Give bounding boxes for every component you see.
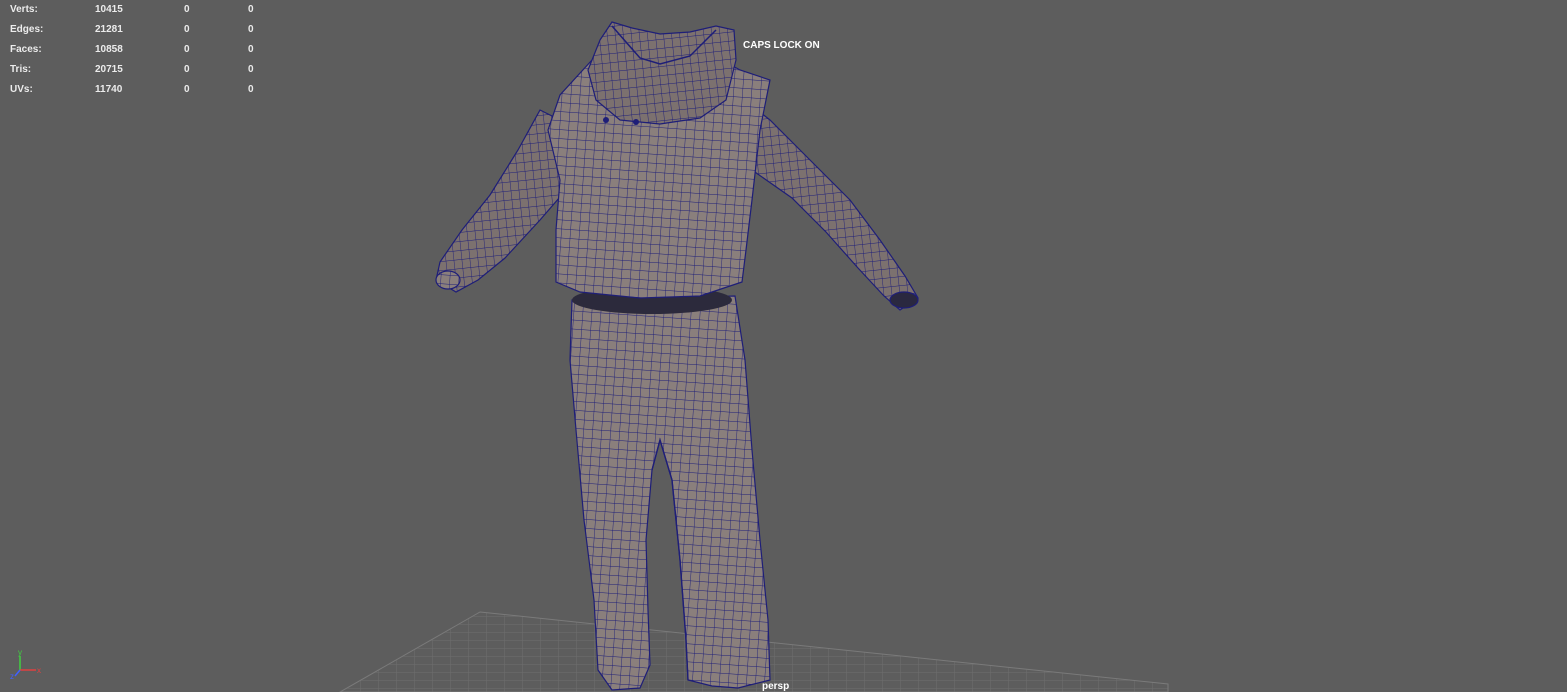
z-axis-line bbox=[14, 669, 21, 677]
hud-row-faces: Faces: 10858 0 0 bbox=[10, 40, 270, 60]
viewport-scene[interactable] bbox=[0, 0, 1567, 692]
3d-viewport[interactable]: Verts: 10415 0 0 Edges: 21281 0 0 Faces:… bbox=[0, 0, 1567, 692]
hud-value: 0 bbox=[248, 44, 254, 55]
hud-row-edges: Edges: 21281 0 0 bbox=[10, 20, 270, 40]
hud-value: 0 bbox=[184, 84, 190, 95]
poly-count-hud: Verts: 10415 0 0 Edges: 21281 0 0 Faces:… bbox=[10, 0, 270, 100]
hud-label: Faces: bbox=[10, 44, 42, 55]
hud-label: Edges: bbox=[10, 24, 44, 35]
hud-value: 0 bbox=[184, 64, 190, 75]
hud-value: 0 bbox=[248, 64, 254, 75]
hud-row-tris: Tris: 20715 0 0 bbox=[10, 60, 270, 80]
hud-value: 0 bbox=[184, 4, 190, 15]
hud-row-verts: Verts: 10415 0 0 bbox=[10, 0, 270, 20]
caps-lock-indicator: CAPS LOCK ON bbox=[743, 40, 820, 51]
camera-name-label: persp bbox=[762, 681, 790, 692]
hud-value: 10415 bbox=[95, 4, 123, 15]
hud-label: Tris: bbox=[10, 64, 32, 75]
hoodie-mesh bbox=[435, 21, 919, 311]
y-axis-label: y bbox=[18, 648, 22, 657]
hud-value: 0 bbox=[248, 84, 254, 95]
hud-value: 10858 bbox=[95, 44, 123, 55]
hud-row-uvs: UVs: 11740 0 0 bbox=[10, 80, 270, 100]
axis-gizmo-icon: y x z bbox=[10, 648, 41, 680]
z-axis-label: z bbox=[10, 672, 14, 680]
hud-value: 21281 bbox=[95, 24, 123, 35]
x-axis-label: x bbox=[37, 666, 41, 675]
hud-value: 0 bbox=[248, 24, 254, 35]
hud-label: Verts: bbox=[10, 4, 38, 15]
trousers-mesh bbox=[569, 295, 771, 691]
hud-value: 0 bbox=[248, 4, 254, 15]
hud-value: 20715 bbox=[95, 64, 123, 75]
hud-value: 11740 bbox=[95, 84, 123, 95]
hud-value: 0 bbox=[184, 24, 190, 35]
hud-value: 0 bbox=[184, 44, 190, 55]
hud-label: UVs: bbox=[10, 84, 33, 95]
